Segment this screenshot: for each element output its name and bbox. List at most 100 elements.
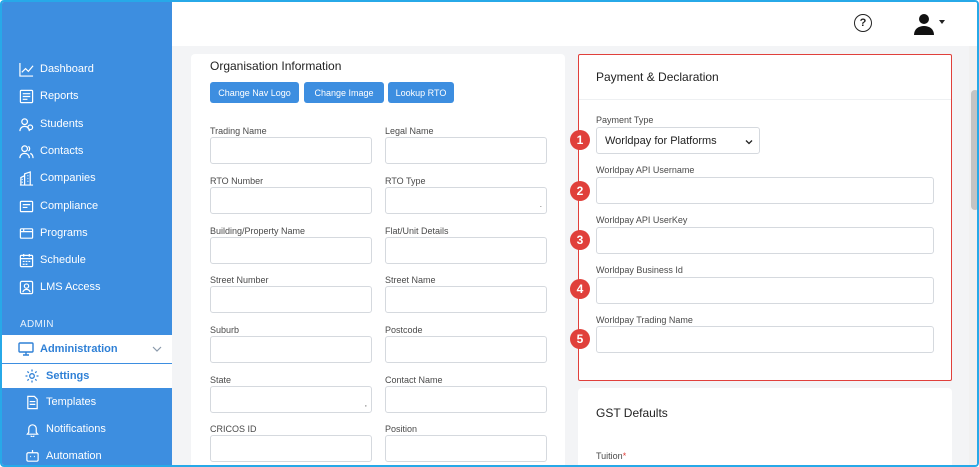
- rto-number-label: RTO Number: [210, 176, 264, 186]
- sidebar-item-notifications[interactable]: Notifications: [24, 419, 106, 439]
- gst-defaults-title: GST Defaults: [596, 406, 668, 420]
- legal-name-label: Legal Name: [385, 126, 434, 136]
- sidebar-item-label: Automation: [46, 450, 102, 462]
- worldpay-trading-name-input[interactable]: [596, 326, 934, 353]
- automation-icon: [24, 448, 40, 464]
- sidebar-item-programs[interactable]: Programs: [18, 223, 88, 243]
- rto-type-select[interactable]: .: [385, 187, 547, 214]
- bell-icon: [24, 421, 40, 437]
- suburb-label: Suburb: [210, 325, 240, 335]
- required-mark: *: [622, 451, 627, 461]
- chevron-down-icon: [745, 137, 753, 145]
- sidebar-item-label: Compliance: [40, 200, 99, 212]
- sidebar-item-automation[interactable]: Automation: [24, 446, 102, 465]
- cricos-id-label: CRICOS ID: [210, 424, 257, 434]
- sidebar-item-settings[interactable]: Settings: [2, 364, 172, 388]
- chart-line-icon: [18, 61, 34, 77]
- sidebar-item-label: Contacts: [40, 145, 84, 157]
- payment-type-value: Worldpay for Platforms: [605, 134, 717, 147]
- payment-type-select[interactable]: Worldpay for Platforms: [596, 127, 760, 154]
- worldpay-api-userkey-input[interactable]: [596, 227, 934, 254]
- sidebar-item-label: Companies: [40, 172, 96, 184]
- template-icon: [24, 394, 40, 410]
- rto-type-label: RTO Type: [385, 176, 426, 186]
- position-label: Position: [385, 424, 418, 434]
- street-name-input[interactable]: [385, 286, 547, 313]
- contact-name-input[interactable]: [385, 386, 547, 413]
- change-image-button[interactable]: Change Image: [304, 82, 384, 103]
- sidebar-item-contacts[interactable]: Contacts: [18, 141, 83, 161]
- payment-type-label: Payment Type: [596, 115, 654, 125]
- state-select[interactable]: ,: [210, 386, 372, 413]
- sidebar-item-label: Programs: [40, 227, 88, 239]
- tuition-label: Tuition*: [596, 451, 626, 461]
- callout-badge: 1: [570, 130, 590, 150]
- chevron-down-icon[interactable]: [152, 344, 162, 354]
- street-number-label: Street Number: [210, 275, 269, 285]
- scrollbar-thumb[interactable]: [971, 90, 977, 210]
- lookup-rto-button[interactable]: Lookup RTO: [388, 82, 454, 103]
- legal-name-input[interactable]: [385, 137, 547, 164]
- sidebar-item-students[interactable]: Students: [18, 114, 83, 134]
- gear-icon: [24, 368, 40, 384]
- select-caret-icon: .: [539, 200, 542, 209]
- sidebar-item-lms-access[interactable]: LMS Access: [18, 277, 101, 297]
- suburb-input[interactable]: [210, 336, 372, 363]
- sidebar-item-label: Dashboard: [40, 63, 94, 75]
- companies-icon: [18, 170, 34, 186]
- street-name-label: Street Name: [385, 275, 436, 285]
- trading-name-input[interactable]: [210, 137, 372, 164]
- sidebar: Dashboard Reports Students Contacts Comp…: [2, 2, 172, 465]
- building-property-name-input[interactable]: [210, 237, 372, 264]
- compliance-icon: [18, 198, 34, 214]
- state-label: State: [210, 375, 232, 385]
- sidebar-item-label: Templates: [46, 396, 97, 408]
- students-icon: [18, 116, 34, 132]
- postcode-input[interactable]: [385, 336, 547, 363]
- contacts-icon: [18, 143, 34, 159]
- change-nav-logo-button[interactable]: Change Nav Logo: [210, 82, 299, 103]
- select-caret-icon: ,: [364, 399, 367, 408]
- contact-name-label: Contact Name: [385, 375, 443, 385]
- card-header-divider: [579, 99, 951, 100]
- worldpay-business-id-label: Worldpay Business Id: [596, 265, 683, 275]
- app-window: Dashboard Reports Students Contacts Comp…: [0, 0, 979, 467]
- street-number-input[interactable]: [210, 286, 372, 313]
- flat-unit-details-label: Flat/Unit Details: [385, 226, 449, 236]
- position-input[interactable]: [385, 435, 547, 462]
- sidebar-item-dashboard[interactable]: Dashboard: [18, 59, 94, 79]
- sidebar-item-templates[interactable]: Templates: [24, 392, 96, 412]
- sidebar-item-reports[interactable]: Reports: [18, 86, 79, 106]
- organisation-info-title: Organisation Information: [210, 59, 342, 73]
- worldpay-trading-name-label: Worldpay Trading Name: [596, 315, 693, 325]
- worldpay-api-userkey-label: Worldpay API UserKey: [596, 215, 688, 225]
- sidebar-item-label: Notifications: [46, 423, 106, 435]
- programs-icon: [18, 225, 34, 241]
- sidebar-item-companies[interactable]: Companies: [18, 168, 96, 188]
- sidebar-item-compliance[interactable]: Compliance: [18, 196, 98, 216]
- user-menu-caret-icon[interactable]: [939, 20, 945, 24]
- callout-badge: 5: [570, 329, 590, 349]
- help-icon[interactable]: ?: [854, 14, 872, 32]
- user-icon[interactable]: [912, 12, 936, 36]
- callout-badge: 2: [570, 181, 590, 201]
- sidebar-item-label: Students: [40, 118, 84, 130]
- rto-number-input[interactable]: [210, 187, 372, 214]
- building-property-name-label: Building/Property Name: [210, 226, 306, 236]
- callout-badge: 4: [570, 279, 590, 299]
- sidebar-item-label: LMS Access: [40, 281, 101, 293]
- payment-declaration-title: Payment & Declaration: [596, 70, 719, 84]
- report-icon: [18, 88, 34, 104]
- calendar-icon: [18, 252, 34, 268]
- sidebar-item-label: Schedule: [40, 254, 86, 266]
- cricos-id-input[interactable]: [210, 435, 372, 462]
- worldpay-api-username-input[interactable]: [596, 177, 934, 204]
- sidebar-item-label: Administration: [40, 343, 118, 355]
- worldpay-api-username-label: Worldpay API Username: [596, 165, 695, 175]
- flat-unit-details-input[interactable]: [385, 237, 547, 264]
- monitor-icon: [18, 341, 34, 357]
- sidebar-item-schedule[interactable]: Schedule: [18, 250, 86, 270]
- tuition-label-text: Tuition: [596, 451, 623, 461]
- worldpay-business-id-input[interactable]: [596, 277, 934, 304]
- sidebar-item-administration[interactable]: Administration: [2, 335, 172, 363]
